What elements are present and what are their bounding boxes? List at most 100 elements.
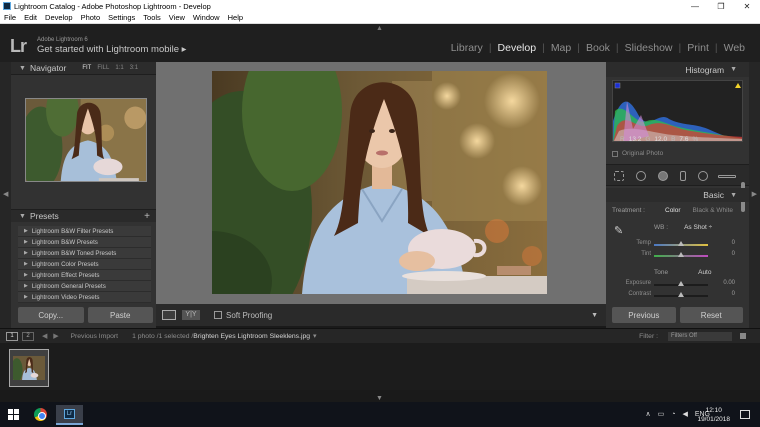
basic-panel-header[interactable]: Basic ▼ (606, 188, 749, 202)
triangle-right-icon: ▶ (24, 261, 28, 267)
clock-date: 19/01/2018 (697, 416, 730, 423)
left-edge-strip[interactable]: ◀ (0, 62, 11, 328)
add-preset-icon[interactable]: + (144, 211, 150, 222)
filmstrip-thumbnail[interactable] (9, 349, 49, 387)
taskbar-clock[interactable]: 12:10 19/01/2018 (697, 406, 730, 424)
collapse-top-panel-icon[interactable]: ▲ (376, 25, 383, 32)
right-panel-buttons: Previous Reset (612, 307, 743, 323)
chrome-icon[interactable] (34, 408, 47, 421)
navigator-preview[interactable] (25, 98, 147, 182)
menu-develop[interactable]: Develop (41, 13, 77, 22)
red-eye-tool-icon[interactable] (658, 171, 668, 181)
filename-menu-icon[interactable]: ▾ (313, 332, 316, 340)
previous-import-source[interactable]: Previous Import (70, 333, 118, 340)
selected-filename[interactable]: Brighten Eyes Lightroom Sleeklens.jpg (193, 333, 310, 340)
menu-edit[interactable]: Edit (20, 13, 41, 22)
main-photo[interactable] (212, 71, 547, 294)
preset-folder[interactable]: ▶ Lightroom B&W Toned Presets (18, 248, 151, 259)
collapse-right-panel-icon[interactable]: ▶ (752, 190, 757, 198)
action-center-icon[interactable] (740, 410, 750, 419)
back-arrow-icon[interactable]: ◀ (42, 332, 47, 340)
lightroom-taskbar-button[interactable]: Lr (56, 405, 83, 425)
contrast-slider-thumb[interactable] (678, 292, 684, 297)
paste-settings-button[interactable]: Paste (87, 307, 153, 323)
treatment-color-option[interactable]: Color (665, 207, 681, 214)
module-map[interactable]: Map (545, 42, 577, 54)
preset-folder[interactable]: ▶ Lightroom B&W Presets (18, 237, 151, 248)
soft-proofing-checkbox[interactable] (214, 311, 222, 319)
secondary-display-2-button[interactable]: 2 (22, 331, 34, 341)
menu-photo[interactable]: Photo (77, 13, 105, 22)
preset-folder[interactable]: ▶ Lightroom Color Presets (18, 259, 151, 270)
module-book[interactable]: Book (580, 42, 616, 54)
module-web[interactable]: Web (718, 42, 751, 54)
lightroom-mobile-link[interactable]: Get started with Lightroom mobile ▸ (37, 44, 186, 55)
menu-file[interactable]: File (0, 13, 20, 22)
close-button[interactable]: ✕ (734, 2, 760, 11)
spot-removal-tool-icon[interactable] (636, 171, 646, 181)
preset-folder[interactable]: ▶ Lightroom General Presets (18, 281, 151, 292)
original-photo-toggle[interactable]: Original Photo (612, 150, 663, 157)
temp-value[interactable]: 0 (732, 240, 735, 246)
zoom-1-1[interactable]: 1:1 (115, 65, 123, 71)
main-image-view[interactable] (156, 62, 606, 304)
menu-help[interactable]: Help (224, 13, 247, 22)
zoom-fill[interactable]: FILL (97, 65, 109, 71)
tray-overflow-icon[interactable]: ∧ (645, 410, 650, 418)
minimize-button[interactable]: — (682, 2, 708, 11)
navigator-header[interactable]: ▼ Navigator FIT FILL 1:1 3:1 (11, 62, 156, 75)
exposure-slider-thumb[interactable] (678, 281, 684, 286)
menu-settings[interactable]: Settings (104, 13, 139, 22)
histogram-graph[interactable] (612, 80, 743, 142)
collapse-filmstrip-icon[interactable]: ▼ (376, 395, 383, 402)
preset-folder[interactable]: ▶ Lightroom Video Presets (18, 292, 151, 303)
windows-start-icon[interactable] (8, 409, 19, 420)
b-value: 7.6 (679, 136, 689, 143)
toolbar-menu-icon[interactable]: ▼ (591, 312, 598, 319)
previous-settings-button[interactable]: Previous (612, 307, 676, 323)
menu-tools[interactable]: Tools (139, 13, 165, 22)
temp-slider-thumb[interactable] (678, 241, 684, 246)
right-edge-strip[interactable]: ▶ (749, 62, 760, 328)
wb-select[interactable]: As Shot ÷ (684, 224, 712, 231)
loupe-view-icon[interactable] (162, 310, 176, 320)
forward-arrow-icon[interactable]: ▶ (53, 332, 58, 340)
filter-select[interactable]: Filters Off (668, 331, 732, 341)
before-after-icon[interactable]: Y|Y (182, 310, 200, 320)
collapse-left-panel-icon[interactable]: ◀ (3, 190, 8, 198)
filmstrip (0, 343, 760, 390)
reset-button[interactable]: Reset (679, 307, 743, 323)
copy-settings-button[interactable]: Copy... (18, 307, 84, 323)
zoom-fit[interactable]: FIT (82, 65, 91, 71)
exposure-value[interactable]: 0.00 (723, 280, 735, 286)
menu-view[interactable]: View (165, 13, 189, 22)
module-print[interactable]: Print (681, 42, 715, 54)
secondary-display-1-button[interactable]: 1 (6, 331, 18, 341)
treatment-bw-option[interactable]: Black & White (693, 207, 733, 214)
tint-slider-thumb[interactable] (678, 252, 684, 257)
module-develop[interactable]: Develop (492, 42, 543, 54)
tint-value[interactable]: 0 (732, 251, 735, 257)
maximize-button[interactable]: ❐ (708, 2, 734, 11)
preset-folder[interactable]: ▶ Lightroom Effect Presets (18, 270, 151, 281)
treatment-label: Treatment : (612, 207, 645, 214)
contrast-value[interactable]: 0 (732, 291, 735, 297)
preset-folder[interactable]: ▶ Lightroom B&W Filter Presets (18, 226, 151, 237)
graduated-filter-tool-icon[interactable] (680, 171, 686, 181)
module-slideshow[interactable]: Slideshow (619, 42, 679, 54)
volume-icon[interactable]: ◀ (682, 410, 687, 418)
filter-lock-icon[interactable] (740, 333, 746, 339)
zoom-3-1[interactable]: 3:1 (130, 65, 138, 71)
histogram-header[interactable]: Histogram ▼ (606, 62, 749, 77)
wifi-icon[interactable]: ◔ (671, 411, 675, 418)
lightroom-app-icon (3, 2, 11, 10)
original-photo-checkbox[interactable] (612, 150, 618, 157)
module-library[interactable]: Library (445, 42, 489, 54)
crop-tool-icon[interactable] (614, 171, 624, 181)
adjustment-brush-tool-icon[interactable] (718, 175, 736, 178)
auto-tone-button[interactable]: Auto (698, 269, 711, 276)
menu-window[interactable]: Window (189, 13, 224, 22)
radial-filter-tool-icon[interactable] (698, 171, 708, 181)
presets-header[interactable]: ▼ Presets + (11, 209, 156, 222)
battery-icon[interactable]: ▭ (658, 410, 665, 418)
